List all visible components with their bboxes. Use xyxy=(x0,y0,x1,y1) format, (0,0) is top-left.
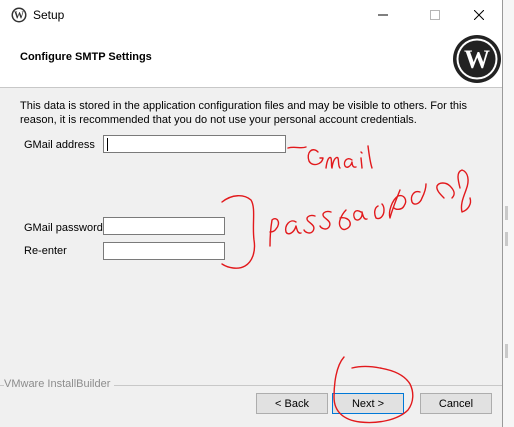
svg-text:W: W xyxy=(14,11,24,22)
wordpress-logo: W xyxy=(453,35,501,83)
maximize-button[interactable] xyxy=(412,0,458,30)
gmail-password-label: GMail password xyxy=(24,222,103,234)
close-button[interactable] xyxy=(456,0,502,30)
reenter-password-input[interactable] xyxy=(103,242,225,260)
cancel-button[interactable]: Cancel xyxy=(420,393,492,414)
gmail-address-input[interactable] xyxy=(103,135,286,153)
minimize-button[interactable] xyxy=(360,0,406,30)
installer-brand: VMware InstallBuilder xyxy=(4,378,115,390)
svg-text:W: W xyxy=(464,45,490,74)
background-edge-mark xyxy=(505,344,508,358)
setup-window: W Setup Configure SMTP Settings W This d… xyxy=(0,0,503,427)
back-button[interactable]: < Back xyxy=(256,393,328,414)
description-text: This data is stored in the application c… xyxy=(20,100,467,126)
text-caret xyxy=(107,138,108,151)
background-edge-mark xyxy=(505,206,508,220)
close-icon xyxy=(474,10,484,20)
minimize-icon xyxy=(378,14,388,16)
window-title: Setup xyxy=(33,8,65,22)
next-button[interactable]: Next > xyxy=(332,393,404,414)
title-bar[interactable]: W Setup xyxy=(0,0,502,30)
maximize-icon xyxy=(430,10,440,20)
page-header: Configure SMTP Settings W xyxy=(0,30,502,88)
page-title: Configure SMTP Settings xyxy=(20,51,152,63)
wordpress-icon: W xyxy=(11,7,27,23)
reenter-label: Re-enter xyxy=(24,245,67,257)
gmail-address-label: GMail address xyxy=(24,139,95,151)
background-edge-mark xyxy=(505,232,508,246)
gmail-password-input[interactable] xyxy=(103,217,225,235)
